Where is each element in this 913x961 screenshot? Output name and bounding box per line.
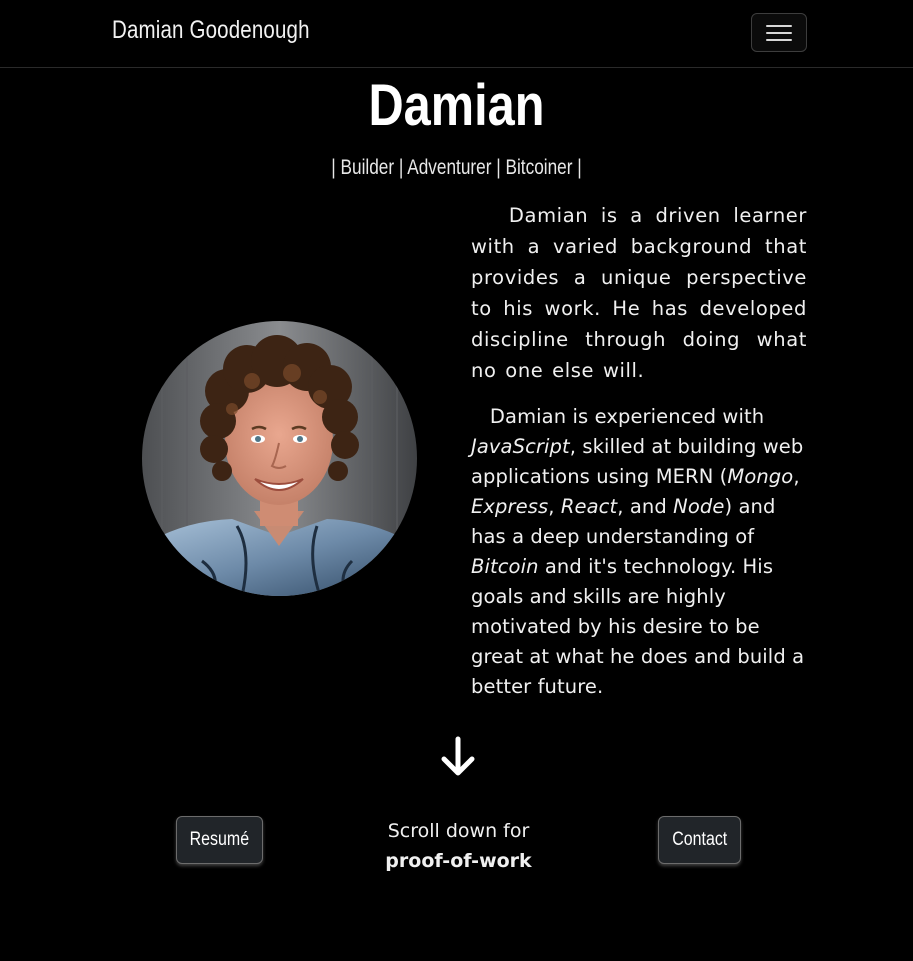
contact-button[interactable]: Contact <box>658 816 741 864</box>
scroll-hint: Scroll down for proof-of-work <box>320 816 597 876</box>
bio-paragraph-2: Damian is experienced with JavaScript, s… <box>471 405 805 698</box>
skill-bitcoin: Bitcoin <box>471 555 539 578</box>
hero-tagline: | Builder | Adventurer | Bitcoiner | <box>331 156 582 179</box>
skill-mongo: Mongo <box>727 465 794 488</box>
brand-link[interactable]: Damian Goodenough <box>112 16 310 45</box>
scroll-hint-line-2: proof-of-work <box>385 850 532 872</box>
bio-paragraph-1: Damian is a driven learner with a varied… <box>471 204 807 382</box>
skill-react: React <box>560 495 618 518</box>
hamburger-menu-button[interactable] <box>751 13 807 52</box>
resume-button[interactable]: Resumé <box>176 816 263 864</box>
profile-photo-illustration <box>142 321 417 596</box>
hero-name: Damian <box>368 73 545 138</box>
skill-express: Express <box>471 495 549 518</box>
skill-node: Node <box>673 495 725 518</box>
scroll-hint-line-1: Scroll down for <box>387 820 530 842</box>
skill-javascript: JavaScript <box>471 435 570 458</box>
navbar: Damian Goodenough <box>0 0 913 68</box>
profile-photo <box>142 321 417 596</box>
arrow-down-icon[interactable] <box>438 735 478 779</box>
